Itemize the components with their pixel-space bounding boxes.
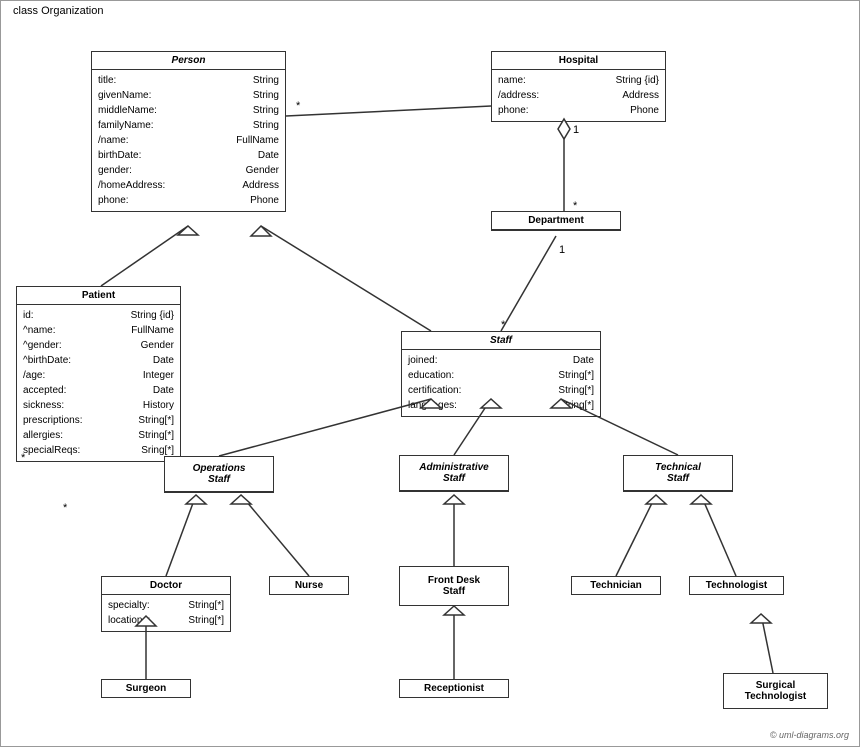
class-hospital-attrs: name:String {id} /address:Address phone:… xyxy=(492,70,665,121)
class-nurse-name: Nurse xyxy=(270,577,348,594)
class-technician: Technician xyxy=(571,576,661,595)
arrow-technologist-surgical xyxy=(751,614,771,623)
line-technologist-surgical xyxy=(761,614,773,673)
class-operations-staff: OperationsStaff xyxy=(164,456,274,493)
line-tech-technician xyxy=(616,495,656,576)
class-technologist-name: Technologist xyxy=(690,577,783,594)
class-surgeon-name: Surgeon xyxy=(102,680,190,697)
line-staff-ops xyxy=(219,399,431,456)
diamond-hospital xyxy=(558,119,570,139)
class-surgical-technologist-name: SurgicalTechnologist xyxy=(724,674,827,708)
label-dept-staff-mult2: * xyxy=(501,319,506,331)
arrow-frontdesk-receptionist xyxy=(444,606,464,615)
class-person-attrs: title:String givenName:String middleName… xyxy=(92,70,285,211)
line-department-staff xyxy=(501,236,556,331)
line-person-patient xyxy=(101,226,188,286)
class-technical-staff: TechnicalStaff xyxy=(623,455,733,492)
class-hospital-name: Hospital xyxy=(492,52,665,70)
arrow-person-patient xyxy=(178,226,198,235)
diagram-title: class Organization xyxy=(9,5,108,17)
class-doctor-name: Doctor xyxy=(102,577,230,595)
label-hospital-mult1: 1 xyxy=(573,124,579,136)
arrow-tech-technician xyxy=(646,495,666,504)
line-ops-doctor xyxy=(166,495,196,576)
class-patient-name: Patient xyxy=(17,287,180,305)
class-receptionist: Receptionist xyxy=(399,679,509,698)
label-person-hospital-mult: * xyxy=(296,100,301,112)
class-surgical-technologist: SurgicalTechnologist xyxy=(723,673,828,709)
label-ops-mult: * xyxy=(63,502,68,514)
arrow-admin-frontdesk xyxy=(444,495,464,504)
class-department-name: Department xyxy=(492,212,620,230)
class-technical-staff-name: TechnicalStaff xyxy=(624,456,732,491)
class-staff-name: Staff xyxy=(402,332,600,350)
class-technologist: Technologist xyxy=(689,576,784,595)
class-operations-staff-name: OperationsStaff xyxy=(165,457,273,492)
line-person-staff xyxy=(261,226,431,331)
arrow-person-staff xyxy=(251,226,271,236)
class-person-name: Person xyxy=(92,52,285,70)
class-technician-name: Technician xyxy=(572,577,660,594)
class-receptionist-name: Receptionist xyxy=(400,680,508,697)
class-department: Department xyxy=(491,211,621,231)
line-ops-nurse xyxy=(241,495,309,576)
label-dept-staff-mult1: 1 xyxy=(559,244,565,256)
class-administrative-staff: AdministrativeStaff xyxy=(399,455,509,492)
line-person-hospital xyxy=(286,106,491,116)
arrow-tech-technologist xyxy=(691,495,711,504)
class-front-desk-staff: Front DeskStaff xyxy=(399,566,509,606)
diagram-container: class Organization Person title:String g… xyxy=(0,0,860,747)
class-patient: Patient id:String {id} ^name:FullName ^g… xyxy=(16,286,181,462)
copyright: © uml-diagrams.org xyxy=(770,730,849,740)
class-staff: Staff joined:Date education:String[*] ce… xyxy=(401,331,601,417)
class-surgeon: Surgeon xyxy=(101,679,191,698)
line-tech-technologist xyxy=(701,495,736,576)
class-doctor: Doctor specialty:String[*] locations:Str… xyxy=(101,576,231,632)
arrow-ops-nurse xyxy=(231,495,251,504)
class-staff-attrs: joined:Date education:String[*] certific… xyxy=(402,350,600,416)
class-nurse: Nurse xyxy=(269,576,349,595)
class-patient-attrs: id:String {id} ^name:FullName ^gender:Ge… xyxy=(17,305,180,461)
arrow-ops-doctor xyxy=(186,495,206,504)
class-person: Person title:String givenName:String mid… xyxy=(91,51,286,212)
class-hospital: Hospital name:String {id} /address:Addre… xyxy=(491,51,666,122)
class-front-desk-staff-name: Front DeskStaff xyxy=(400,567,508,605)
class-administrative-staff-name: AdministrativeStaff xyxy=(400,456,508,491)
class-doctor-attrs: specialty:String[*] locations:String[*] xyxy=(102,595,230,631)
